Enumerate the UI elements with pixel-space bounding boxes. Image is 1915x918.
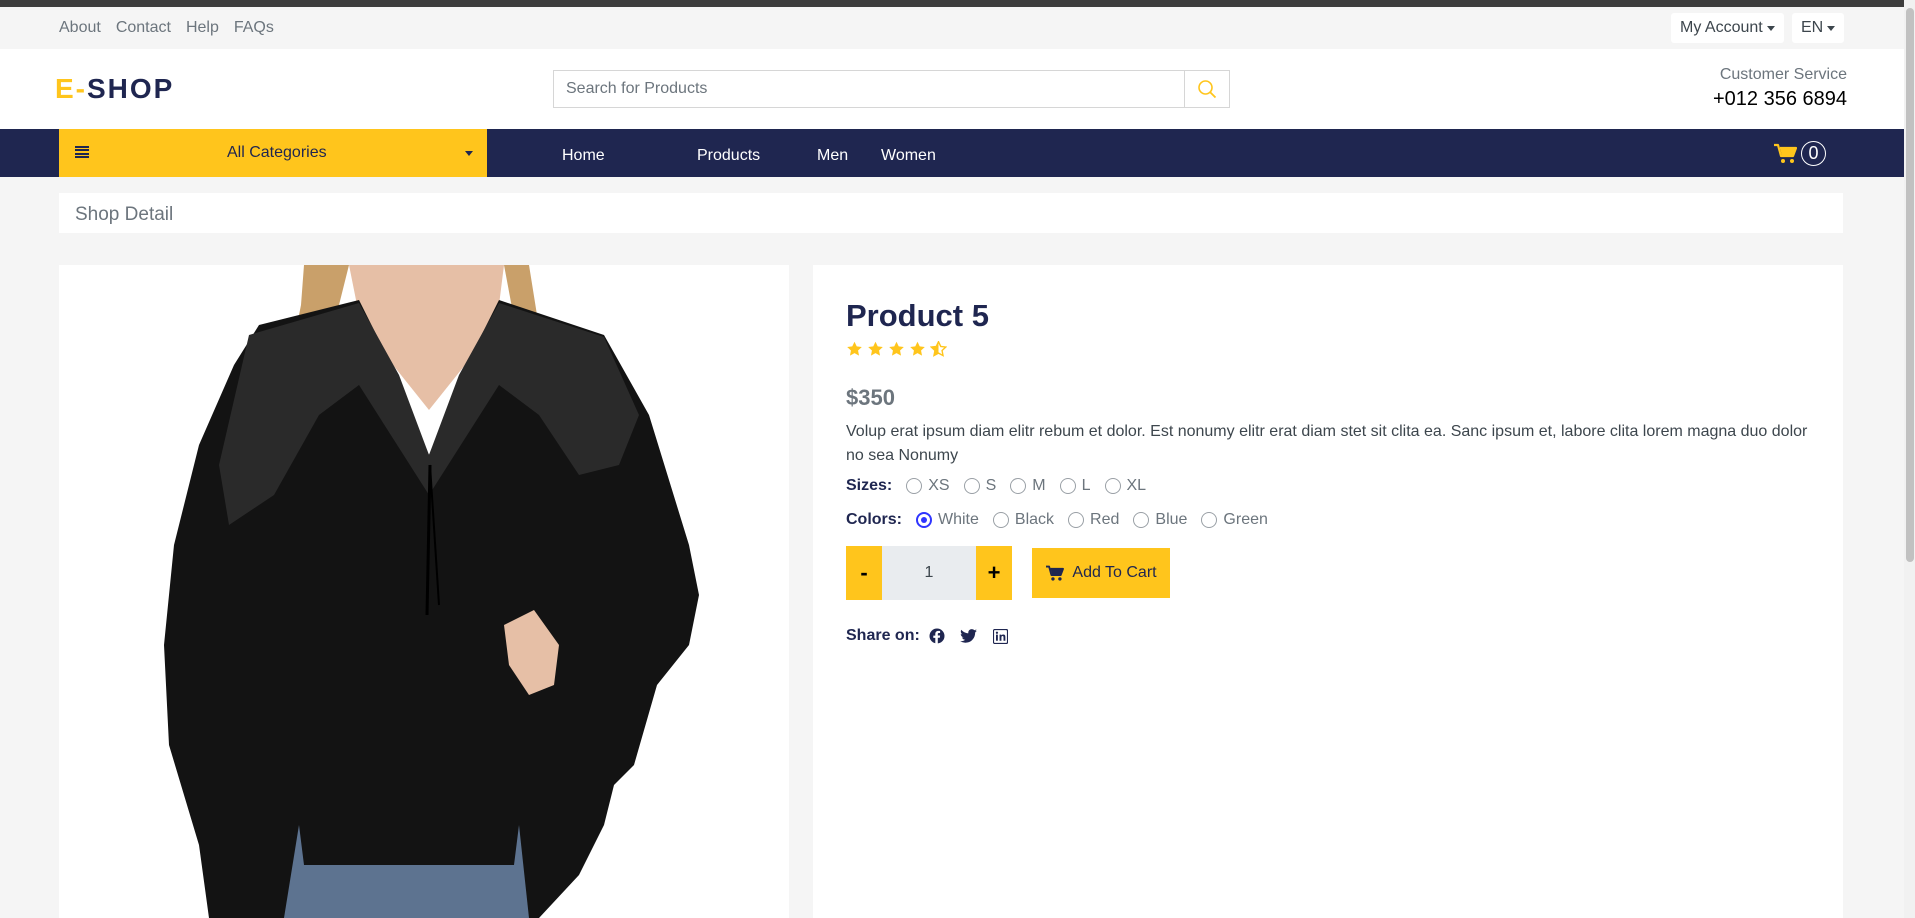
chevron-down-icon <box>1766 25 1775 31</box>
nav-women[interactable]: Women <box>881 147 936 165</box>
language-dropdown[interactable]: EN <box>1792 13 1845 43</box>
radio-button[interactable] <box>906 478 923 494</box>
search-button[interactable] <box>1184 71 1229 107</box>
product-price: $350 <box>846 385 895 410</box>
product-description: Volup erat ipsum diam elitr rebum et dol… <box>846 423 1808 464</box>
all-categories-label: All Categories <box>227 144 327 161</box>
my-account-label: My Account <box>1680 19 1763 36</box>
star-half-icon <box>930 341 947 357</box>
star-icon <box>868 341 883 356</box>
customer-service-phone: +012 356 6894 <box>1712 88 1847 110</box>
help-link[interactable]: Help <box>186 19 219 37</box>
my-account-dropdown[interactable]: My Account <box>1671 13 1784 43</box>
radio-button[interactable] <box>1059 478 1076 494</box>
cart-icon <box>1046 565 1065 581</box>
top-links: About Contact Help FAQs <box>59 19 274 37</box>
add-to-cart-label: Add To Cart <box>1072 564 1157 581</box>
star-icon <box>910 341 925 356</box>
color-option-black[interactable]: Black <box>992 511 1055 529</box>
radio-button[interactable] <box>1201 512 1218 528</box>
main-navbar: All Categories Home Products Men Women 0 <box>0 129 1904 177</box>
contact-link[interactable]: Contact <box>116 19 171 37</box>
colors-label: Colors: <box>846 511 902 528</box>
nav-men[interactable]: Men <box>817 147 848 165</box>
sizes-label: Sizes: <box>846 477 893 494</box>
radio-button[interactable] <box>1133 512 1150 528</box>
size-option-l[interactable]: L <box>1059 477 1091 495</box>
size-label: XL <box>1126 477 1147 494</box>
color-label: White <box>938 511 979 528</box>
size-option-m[interactable]: M <box>1010 477 1046 495</box>
radio-button[interactable] <box>1068 512 1085 528</box>
breadcrumb-current: Shop Detail <box>75 204 174 225</box>
radio-button-selected[interactable] <box>916 512 932 528</box>
menu-icon <box>75 146 89 158</box>
search-bar <box>553 70 1230 108</box>
search-input[interactable] <box>554 71 1184 107</box>
page-scrollbar-thumb[interactable] <box>1906 8 1914 562</box>
window-top-strip <box>0 0 1915 7</box>
color-label: Red <box>1090 511 1120 528</box>
quantity-input[interactable]: 1 <box>882 546 976 600</box>
size-option-s[interactable]: S <box>963 477 997 495</box>
customer-service-label: Customer Service <box>1719 66 1847 83</box>
size-label: XS <box>928 477 950 494</box>
about-link[interactable]: About <box>59 19 101 37</box>
language-label: EN <box>1801 19 1824 36</box>
color-option-white[interactable]: White <box>916 511 979 529</box>
product-title: Product 5 <box>846 298 989 333</box>
quantity-decrease-button[interactable]: - <box>846 546 882 600</box>
linkedin-icon[interactable] <box>992 627 1010 645</box>
share-row: Share on: <box>846 627 1024 645</box>
product-detail-panel: Product 5 $350 Volup erat ipsum diam eli… <box>813 265 1843 918</box>
sizes-row: Sizes: XS S M L XL <box>846 477 1160 495</box>
rating-stars <box>846 341 947 357</box>
logo-prefix: E- <box>55 73 87 104</box>
nav-products[interactable]: Products <box>697 147 760 165</box>
quantity-stepper: - 1 + <box>846 546 1012 600</box>
cart-icon <box>1774 143 1797 163</box>
size-label: M <box>1032 477 1046 494</box>
logo-main: SHOP <box>87 73 175 104</box>
size-option-xl[interactable]: XL <box>1104 477 1147 495</box>
color-label: Green <box>1223 511 1268 528</box>
logo[interactable]: E-SHOP <box>55 73 174 105</box>
radio-button[interactable] <box>1010 478 1027 494</box>
facebook-icon[interactable] <box>928 627 946 645</box>
site-header: E-SHOP Customer Service +012 356 6894 <box>0 49 1904 129</box>
top-bar: About Contact Help FAQs My Account EN <box>0 7 1904 49</box>
size-label: L <box>1081 477 1091 494</box>
radio-button[interactable] <box>1104 478 1121 494</box>
star-icon <box>889 341 904 356</box>
cart-button[interactable]: 0 <box>1773 141 1826 166</box>
product-image <box>59 265 789 918</box>
quantity-increase-button[interactable]: + <box>976 546 1012 600</box>
size-label: S <box>985 477 997 494</box>
chevron-down-icon <box>1827 25 1836 31</box>
colors-row: Colors: White Black Red Blue Green <box>846 511 1282 529</box>
add-to-cart-button[interactable]: Add To Cart <box>1032 548 1170 598</box>
search-icon <box>1198 80 1217 99</box>
twitter-icon[interactable] <box>960 627 978 645</box>
cart-count: 0 <box>1801 141 1826 166</box>
chevron-down-icon <box>465 151 473 156</box>
color-option-red[interactable]: Red <box>1068 511 1119 529</box>
all-categories-dropdown[interactable]: All Categories <box>59 129 487 177</box>
star-icon <box>847 341 862 356</box>
share-label: Share on: <box>846 627 920 644</box>
color-label: Blue <box>1155 511 1188 528</box>
breadcrumb: Shop Detail <box>59 193 1843 233</box>
color-label: Black <box>1014 511 1055 528</box>
radio-button[interactable] <box>963 478 980 494</box>
nav-home[interactable]: Home <box>562 147 605 165</box>
faqs-link[interactable]: FAQs <box>234 19 274 37</box>
product-image-container <box>59 265 789 918</box>
color-option-green[interactable]: Green <box>1201 511 1268 529</box>
radio-button[interactable] <box>992 512 1009 528</box>
customer-service: Customer Service +012 356 6894 <box>1713 66 1847 111</box>
size-option-xs[interactable]: XS <box>906 477 950 495</box>
color-option-blue[interactable]: Blue <box>1133 511 1187 529</box>
